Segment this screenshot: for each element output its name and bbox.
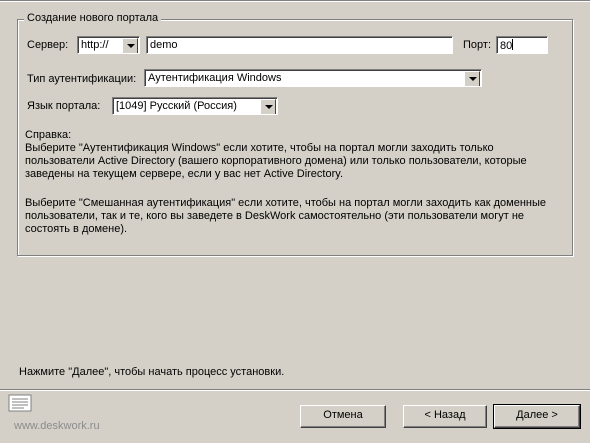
protocol-value: http:// [81, 39, 109, 51]
server-host-value: demo [150, 39, 178, 51]
footer-separator [0, 389, 590, 391]
port-value: 80 [500, 40, 513, 52]
site-link[interactable]: www.deskwork.ru [14, 420, 100, 432]
help-heading: Справка: [25, 129, 72, 141]
chevron-down-icon[interactable] [260, 99, 276, 114]
group-title: Создание нового портала [24, 12, 162, 24]
server-label: Сервер: [27, 39, 69, 51]
cancel-button[interactable]: Отмена [300, 405, 386, 428]
auth-type-select[interactable]: Аутентификация Windows [144, 69, 482, 87]
port-input[interactable]: 80 [496, 36, 548, 54]
notepad-icon [8, 394, 32, 412]
auth-type-value: Аутентификация Windows [148, 72, 282, 84]
text-caret [512, 39, 514, 50]
chevron-down-icon[interactable] [122, 38, 138, 53]
protocol-select[interactable]: http:// [77, 36, 140, 54]
language-value: [1049] Русский (Россия) [116, 100, 237, 112]
server-host-input[interactable]: demo [146, 36, 453, 54]
help-paragraph-2: Выберите "Смешанная аутентификация" если… [25, 197, 547, 235]
top-separator [0, 0, 590, 2]
help-paragraph-1: Выберите "Аутентификация Windows" если х… [25, 142, 527, 180]
next-button[interactable]: Далее > [493, 404, 581, 429]
language-label: Язык портала: [27, 100, 101, 112]
chevron-down-icon[interactable] [464, 71, 480, 86]
port-label: Порт: [463, 39, 491, 51]
back-button[interactable]: < Назад [403, 405, 487, 428]
language-select[interactable]: [1049] Русский (Россия) [112, 97, 278, 115]
auth-label: Тип аутентификации: [27, 73, 137, 85]
hint-text: Нажмите "Далее", чтобы начать процесс ус… [19, 366, 285, 378]
